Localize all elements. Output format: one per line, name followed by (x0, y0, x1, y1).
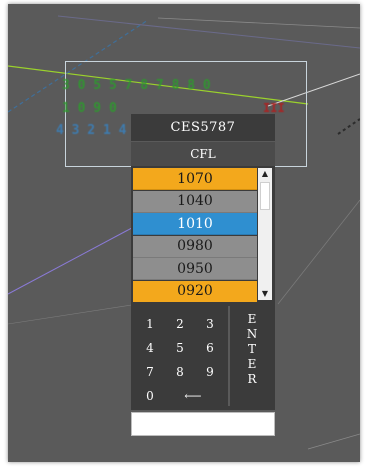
label-line-level: 1 0 9 0 (62, 101, 117, 116)
level-items: 1070 1040 1010 0980 0950 0920 (133, 168, 257, 303)
key-8[interactable]: 8 (169, 362, 191, 382)
key-4[interactable]: 4 (139, 338, 161, 358)
enter-letter: R (247, 372, 257, 386)
label-line-secondary: 4 3 2 1 4 5 (56, 123, 143, 138)
label-line-primary: 3 0 5 5 7 8 7 8 8 0 (62, 78, 211, 93)
scroll-down-arrow-icon[interactable]: ▼ (258, 288, 272, 300)
key-6[interactable]: 6 (199, 338, 221, 358)
level-picker-list[interactable]: 1070 1040 1010 0980 0950 0920 ▲ ▼ (131, 166, 275, 303)
level-option[interactable]: 0950 (133, 258, 257, 280)
scroll-up-arrow-icon[interactable]: ▲ (258, 168, 272, 180)
key-0[interactable]: 0 (139, 386, 161, 406)
key-9[interactable]: 9 (199, 362, 221, 382)
cfl-field-label: CFL (131, 142, 275, 166)
enter-button[interactable]: E N T E R (232, 312, 272, 404)
enter-letter: E (247, 357, 257, 371)
key-5[interactable]: 5 (169, 338, 191, 358)
enter-letter: T (247, 342, 256, 356)
key-3[interactable]: 3 (199, 314, 221, 334)
label-warning-mark: III (263, 101, 285, 115)
keypad-divider (228, 306, 230, 406)
level-scrollbar[interactable]: ▲ ▼ (258, 168, 272, 300)
level-option[interactable]: 1070 (133, 168, 257, 190)
scrollbar-thumb[interactable] (260, 182, 270, 210)
level-option[interactable]: 0920 (133, 280, 257, 303)
enter-letter: N (246, 327, 258, 341)
callsign-header: CES5787 (131, 114, 275, 141)
key-7[interactable]: 7 (139, 362, 161, 382)
level-option[interactable]: 1010 (133, 213, 257, 235)
level-option[interactable]: 0980 (133, 235, 257, 258)
enter-letter: E (247, 312, 257, 326)
backspace-arrow-icon[interactable]: ⟵ (173, 386, 213, 406)
key-2[interactable]: 2 (169, 314, 191, 334)
numeric-keypad: 1 2 3 4 5 6 7 8 9 0 ⟵ E N T E R (131, 302, 275, 410)
key-1[interactable]: 1 (139, 314, 161, 334)
level-option[interactable]: 1040 (133, 190, 257, 213)
level-entry-input[interactable] (131, 412, 275, 436)
